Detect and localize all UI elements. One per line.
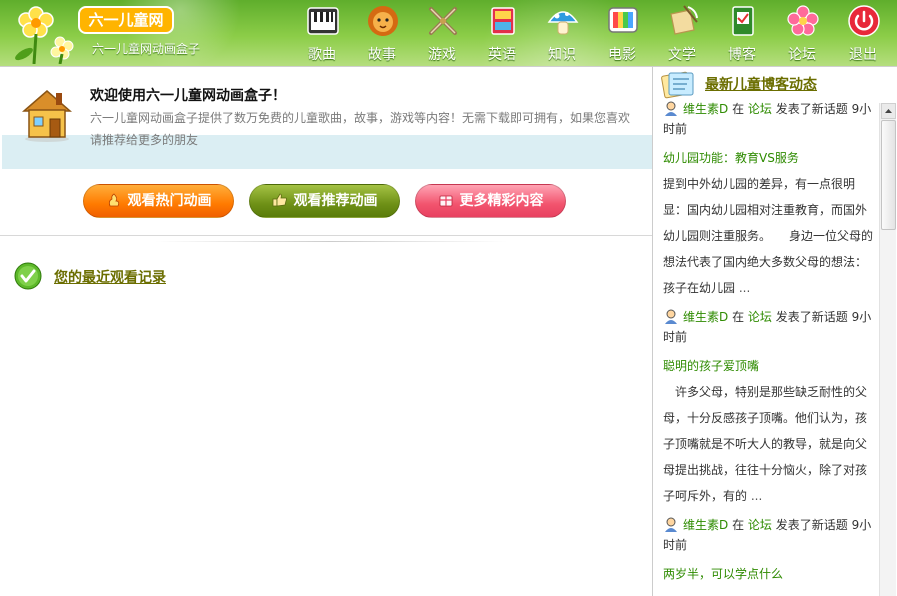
nav-label: 论坛	[788, 47, 816, 63]
app-header: 六一儿童网 六一儿童网动画盒子 歌曲 故事 游戏 英语 知识 电影 文学 博客 …	[0, 0, 897, 66]
nav-label: 故事	[368, 47, 396, 63]
scroll-up-button[interactable]	[881, 103, 896, 119]
post-place-link[interactable]: 论坛	[748, 102, 772, 116]
user-avatar-icon	[665, 517, 677, 532]
nav-english[interactable]: 英语	[475, 0, 529, 66]
post-title-link[interactable]: 聪明的孩子爱顶嘴	[663, 353, 875, 379]
post-excerpt: 提到中外幼儿园的差异，有一点很明显：国内幼儿园相对注重教育，而国外幼儿园则注重服…	[663, 171, 875, 301]
hot-icon	[108, 193, 119, 207]
check-icon	[14, 262, 42, 290]
site-logo: 六一儿童网	[78, 6, 174, 34]
welcome-box: 欢迎使用六一儿童网动画盒子！ 六一儿童网动画盒子提供了数万免费的儿童歌曲，故事，…	[2, 69, 652, 169]
recent-history-link[interactable]: 您的最近观看记录	[54, 267, 166, 287]
watch-hot-animations-button[interactable]: 观看热门动画	[83, 184, 234, 218]
welcome-title: 欢迎使用六一儿童网动画盒子！	[90, 88, 286, 104]
flowers-logo-icon	[15, 6, 74, 64]
power-icon	[848, 5, 880, 37]
post-user-link[interactable]: 维生素D	[683, 310, 728, 324]
user-avatar-icon	[665, 101, 677, 116]
thumbs-up-icon	[272, 193, 287, 207]
blog-feed-title[interactable]: 最新儿童博客动态	[705, 74, 817, 94]
button-label: 观看热门动画	[127, 193, 212, 209]
nav-literature[interactable]: 文学	[655, 0, 709, 66]
nav-label: 电影	[608, 47, 636, 63]
scroll-quill-icon	[670, 5, 698, 35]
nav-exit[interactable]: 退出	[836, 0, 890, 66]
nav-label: 文学	[668, 47, 696, 63]
post-verb: 在	[732, 518, 745, 532]
button-label: 观看推荐动画	[293, 193, 378, 209]
nav-blog[interactable]: 博客	[715, 0, 769, 66]
post-verb: 在	[732, 102, 745, 116]
piano-icon	[307, 7, 339, 35]
flower-icon	[787, 5, 819, 36]
nav-label: 退出	[849, 47, 877, 63]
watch-recommended-animations-button[interactable]: 观看推荐动画	[249, 184, 400, 218]
post-action: 发表了新话题	[775, 102, 848, 116]
main-panel: 欢迎使用六一儿童网动画盒子！ 六一儿童网动画盒子提供了数万免费的儿童歌曲，故事，…	[0, 66, 652, 596]
blog-feed-icon	[661, 71, 694, 99]
notebook-icon	[732, 6, 754, 36]
post-excerpt: 许多父母，特别是那些缺乏耐性的父母，十分反感孩子顶嘴。他们认为，孩子顶嘴就是不听…	[663, 379, 875, 509]
divider	[155, 241, 507, 242]
arrow-up-icon	[885, 109, 892, 113]
post-excerpt-text: 许多父母，特别是那些缺乏耐性的父母，十分反感孩子顶嘴。他们认为，孩子顶嘴就是不听…	[663, 385, 868, 503]
post-meta: 维生素D 在 论坛 发表了新话题 9小时前	[663, 515, 875, 555]
house-icon	[21, 90, 73, 142]
lion-icon	[368, 6, 398, 36]
post-user-link[interactable]: 维生素D	[683, 518, 728, 532]
post-meta: 维生素D 在 论坛 发表了新话题 9小时前	[663, 307, 875, 347]
blog-post: 维生素D 在 论坛 发表了新话题 9小时前 聪明的孩子爱顶嘴 许多父母，特别是那…	[663, 307, 875, 509]
nav-label: 知识	[548, 47, 576, 63]
post-action: 发表了新话题	[775, 310, 848, 324]
blog-post: 维生素D 在 论坛 发表了新话题 9小时前 幼儿园功能：教育VS服务 提到中外幼…	[663, 99, 875, 301]
scroll-thumb[interactable]	[881, 120, 896, 230]
nav-movies[interactable]: 电影	[595, 0, 649, 66]
feed-scrollbar[interactable]	[879, 103, 896, 596]
nav-stories[interactable]: 故事	[355, 0, 409, 66]
crossed-swords-icon	[429, 7, 457, 35]
abc-book-icon	[491, 7, 515, 35]
nav-games[interactable]: 游戏	[415, 0, 469, 66]
divider	[0, 235, 652, 236]
nav-label: 游戏	[428, 47, 456, 63]
post-title-link[interactable]: 幼儿园功能：教育VS服务	[663, 145, 875, 171]
nav-forum[interactable]: 论坛	[775, 0, 829, 66]
blog-post: 维生素D 在 论坛 发表了新话题 9小时前 两岁半，可以学点什么	[663, 515, 875, 587]
post-action: 发表了新话题	[775, 518, 848, 532]
mushroom-icon	[547, 11, 579, 35]
more-content-button[interactable]: 更多精彩内容	[415, 184, 566, 218]
nav-knowledge[interactable]: 知识	[535, 0, 589, 66]
post-title-link[interactable]: 两岁半，可以学点什么	[663, 561, 875, 587]
app-subtitle: 六一儿童网动画盒子	[92, 42, 201, 56]
nav-label: 博客	[728, 47, 756, 63]
post-user-link[interactable]: 维生素D	[683, 102, 728, 116]
post-place-link[interactable]: 论坛	[748, 518, 772, 532]
post-place-link[interactable]: 论坛	[748, 310, 772, 324]
gift-icon	[439, 195, 452, 207]
blog-feed-panel: 最新儿童博客动态 维生素D 在 论坛 发表了新话题 9小时前 幼儿园功能：教育V…	[652, 66, 897, 596]
post-ellipsis: ...	[750, 489, 763, 503]
nav-songs[interactable]: 歌曲	[295, 0, 349, 66]
post-excerpt-text: 提到中外幼儿园的差异，有一点很明显：国内幼儿园相对注重教育，而国外幼儿园则注重服…	[663, 177, 874, 295]
post-ellipsis: ...	[738, 281, 751, 295]
tv-icon	[608, 7, 638, 33]
nav-label: 歌曲	[308, 47, 336, 63]
nav-label: 英语	[488, 47, 516, 63]
button-label: 更多精彩内容	[459, 193, 544, 209]
post-verb: 在	[732, 310, 745, 324]
welcome-description: 六一儿童网动画盒子提供了数万免费的儿童歌曲，故事，游戏等内容！无需下载即可拥有，…	[90, 111, 631, 147]
user-avatar-icon	[665, 309, 677, 324]
post-meta: 维生素D 在 论坛 发表了新话题 9小时前	[663, 99, 875, 139]
